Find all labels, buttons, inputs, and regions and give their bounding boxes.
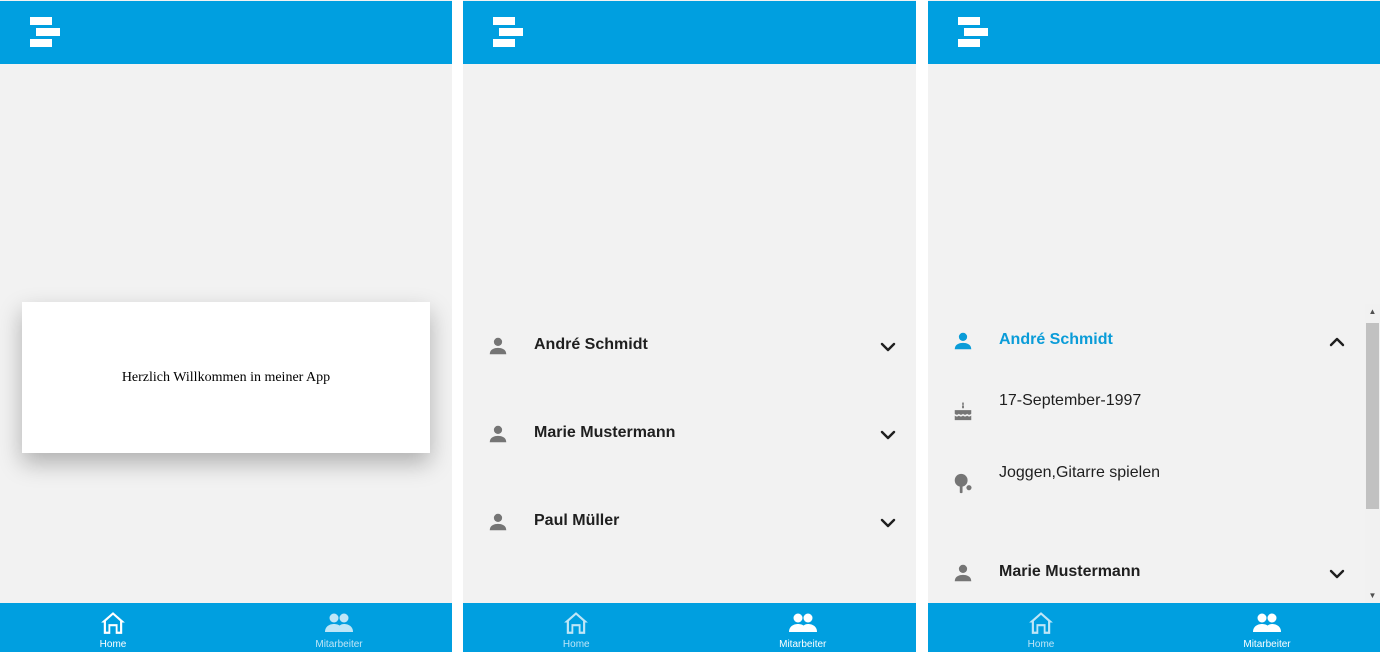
employee-name: André Schmidt — [999, 331, 1113, 348]
nav-tab-home[interactable]: Home — [928, 603, 1154, 652]
welcome-card: Herzlich Willkommen in meiner App — [22, 302, 430, 453]
employee-name: Paul Müller — [534, 512, 620, 529]
employee-name: Marie Mustermann — [534, 424, 676, 441]
cake-icon — [954, 401, 972, 421]
app-header — [928, 1, 1380, 64]
chevron-down-icon[interactable] — [1327, 564, 1347, 584]
home-icon — [564, 612, 589, 634]
chevron-down-icon[interactable] — [878, 513, 898, 533]
app-header — [0, 1, 452, 64]
app-logo-icon — [493, 17, 523, 47]
employee-row[interactable]: André Schmidt — [463, 325, 916, 365]
list-scrollbar[interactable]: ▲ ▼ — [1365, 304, 1380, 604]
employee-name: Marie Mustermann — [999, 563, 1141, 580]
ping-pong-icon — [954, 473, 972, 494]
scroll-down-arrow-icon[interactable]: ▼ — [1368, 590, 1377, 602]
app-header — [463, 1, 916, 64]
person-icon — [954, 332, 972, 350]
people-icon — [788, 613, 817, 632]
person-icon — [489, 513, 507, 531]
employee-name: André Schmidt — [534, 336, 648, 353]
bottom-nav: Home Mitarbeiter — [928, 603, 1380, 652]
bottom-nav: Home Mitarbeiter — [463, 603, 916, 652]
person-icon — [489, 425, 507, 443]
birthday-text: 17-September-1997 — [999, 392, 1142, 409]
nav-tab-employees[interactable]: Mitarbeiter — [1154, 603, 1380, 652]
employee-hobbies: Joggen,Gitarre spielen — [928, 464, 1380, 504]
app-logo-icon — [30, 17, 60, 47]
scroll-up-arrow-icon[interactable]: ▲ — [1368, 306, 1377, 318]
chevron-up-icon[interactable] — [1327, 332, 1347, 352]
nav-tab-home[interactable]: Home — [463, 603, 690, 652]
nav-tab-employees-label: Mitarbeiter — [779, 639, 827, 650]
bottom-nav: Home Mitarbeiter — [0, 603, 452, 652]
employees-screen-collapsed: André Schmidt Marie Mustermann Paul Müll… — [463, 0, 916, 652]
nav-tab-employees-label: Mitarbeiter — [1243, 639, 1291, 650]
employee-row[interactable]: Paul Müller — [463, 501, 916, 541]
home-icon — [1029, 612, 1053, 634]
nav-tab-home[interactable]: Home — [0, 603, 226, 652]
nav-tab-employees[interactable]: Mitarbeiter — [226, 603, 452, 652]
scroll-thumb[interactable] — [1366, 323, 1379, 509]
nav-tab-home-label: Home — [562, 639, 590, 650]
employee-birthday: 17-September-1997 — [928, 392, 1380, 432]
person-icon — [489, 337, 507, 355]
welcome-text: Herzlich Willkommen in meiner App — [121, 369, 331, 385]
home-screen: Herzlich Willkommen in meiner App Home M… — [0, 0, 452, 652]
nav-tab-employees[interactable]: Mitarbeiter — [690, 603, 917, 652]
employee-row-expanded[interactable]: André Schmidt — [928, 320, 1380, 360]
chevron-down-icon[interactable] — [878, 425, 898, 445]
nav-tab-home-label: Home — [99, 639, 127, 650]
app-logo-icon — [958, 17, 988, 47]
people-icon — [1253, 613, 1281, 632]
chevron-down-icon[interactable] — [878, 337, 898, 357]
home-icon — [101, 612, 125, 634]
hobbies-text: Joggen,Gitarre spielen — [999, 464, 1160, 481]
nav-tab-home-label: Home — [1027, 639, 1055, 650]
nav-tab-employees-label: Mitarbeiter — [315, 639, 363, 650]
person-icon — [954, 564, 972, 582]
people-icon — [325, 613, 353, 632]
employee-row[interactable]: Marie Mustermann — [928, 552, 1380, 592]
employees-screen-expanded: André Schmidt 17-September-1997 Joggen,G… — [928, 0, 1380, 652]
employee-row[interactable]: Marie Mustermann — [463, 413, 916, 453]
